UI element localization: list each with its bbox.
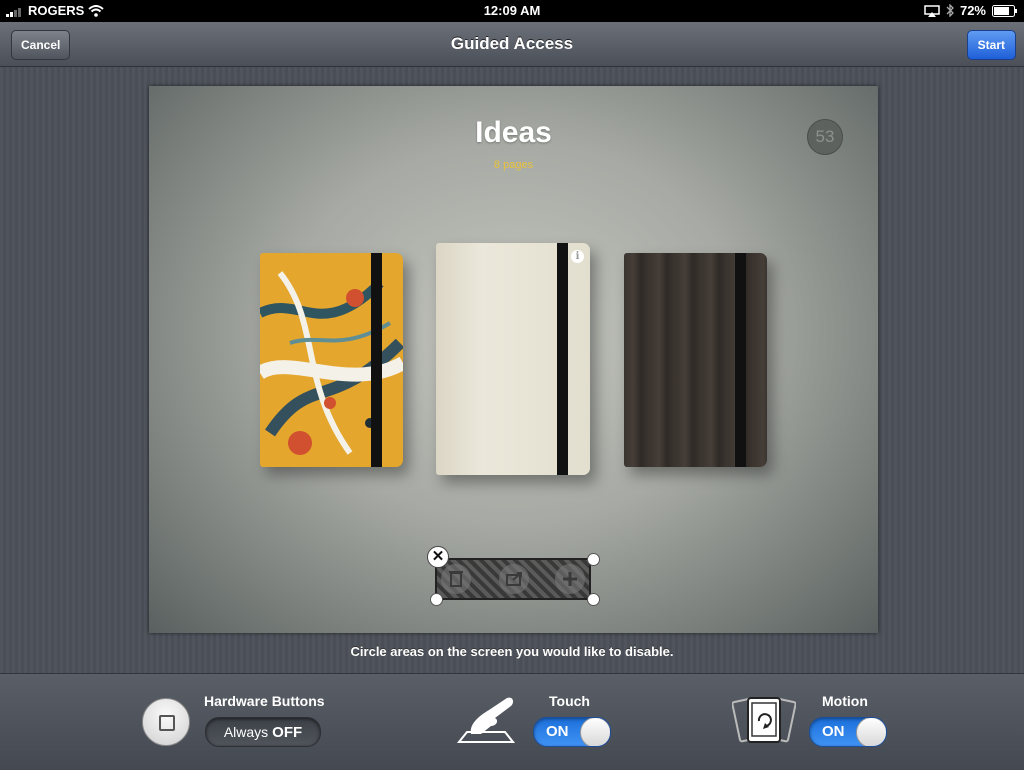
touch-hand-icon xyxy=(456,697,516,743)
disabled-area-selection[interactable]: ✕ xyxy=(427,546,600,606)
battery-icon xyxy=(992,4,1017,17)
add-icon xyxy=(555,564,585,594)
trash-icon xyxy=(441,564,471,594)
bluetooth-icon xyxy=(946,4,954,17)
hardware-value: OFF xyxy=(272,724,303,741)
notebook-band xyxy=(557,243,568,475)
share-icon xyxy=(499,564,529,594)
instruction-text: Circle areas on the screen you would lik… xyxy=(350,644,674,659)
switch-knob xyxy=(580,718,610,746)
touch-switch[interactable]: ON xyxy=(533,717,611,747)
hardware-prefix: Always xyxy=(223,724,269,740)
resize-handle-bottom-left[interactable] xyxy=(430,593,443,606)
notebook-wood[interactable] xyxy=(624,253,767,467)
status-bar: ROGERS 12:09 AM 72% xyxy=(0,0,1024,22)
app-screen-preview[interactable]: Ideas 8 pages 53 i ✕ xyxy=(149,86,878,633)
battery-percent: 72% xyxy=(959,3,986,18)
resize-handle-top-right[interactable] xyxy=(587,553,600,566)
home-button-icon xyxy=(142,698,190,746)
app-subtitle: 8 pages xyxy=(493,159,534,171)
resize-handle-bottom-right[interactable] xyxy=(587,593,600,606)
navigation-bar: Cancel Guided Access Start xyxy=(0,22,1024,67)
hardware-buttons-toggle[interactable]: Always OFF xyxy=(205,717,321,747)
motion-switch[interactable]: ON xyxy=(809,717,887,747)
status-time: 12:09 AM xyxy=(483,3,541,18)
notebook-band xyxy=(735,253,746,467)
options-bar: Hardware Buttons Always OFF Touch ON Moti… xyxy=(0,673,1024,770)
notebook-canvas[interactable]: i xyxy=(436,243,590,475)
touch-switch-value: ON xyxy=(546,723,569,740)
motion-label: Motion xyxy=(822,693,868,709)
notebook-splatter[interactable] xyxy=(260,253,403,467)
airplay-icon xyxy=(924,4,940,17)
status-right: 72% xyxy=(924,3,1018,18)
info-icon[interactable]: i xyxy=(571,250,584,263)
start-button[interactable]: Start xyxy=(966,30,1016,60)
close-selection-icon[interactable]: ✕ xyxy=(427,546,449,568)
motion-switch-value: ON xyxy=(822,723,845,740)
touch-label: Touch xyxy=(549,693,590,709)
notebook-band xyxy=(371,253,382,467)
app-title: Ideas xyxy=(475,116,552,149)
page-title: Guided Access xyxy=(450,34,574,53)
motion-rotate-icon xyxy=(732,697,796,743)
hardware-buttons-label: Hardware Buttons xyxy=(204,693,325,709)
switch-knob xyxy=(856,718,886,746)
page-count-badge[interactable]: 53 xyxy=(807,119,843,155)
